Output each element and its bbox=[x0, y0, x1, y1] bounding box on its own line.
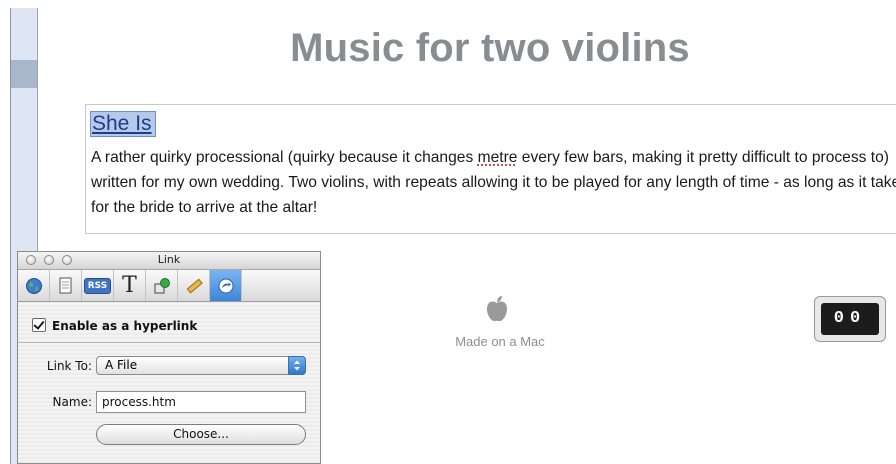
misspelled-word: metre bbox=[477, 149, 518, 166]
enable-hyperlink-checkbox[interactable] bbox=[32, 318, 46, 332]
tab-blog-inspector[interactable]: RSS bbox=[82, 270, 114, 301]
shapes-icon bbox=[154, 277, 170, 293]
divider bbox=[18, 342, 320, 343]
text-icon: T bbox=[122, 273, 137, 298]
ruler-icon bbox=[186, 278, 203, 294]
selected-page-indicator[interactable] bbox=[11, 60, 37, 88]
link-to-label: Link To: bbox=[46, 359, 92, 373]
hyperlink-text[interactable]: She Is bbox=[90, 111, 156, 137]
made-on-a-mac-badge: Made on a Mac bbox=[455, 334, 545, 349]
inspector-toolbar: RSS T bbox=[18, 270, 320, 302]
name-label: Name: bbox=[52, 395, 92, 409]
rss-icon: RSS bbox=[83, 277, 112, 294]
link-arrow-icon bbox=[218, 278, 233, 293]
select-arrows-icon bbox=[288, 356, 306, 375]
counter-value: 00 bbox=[821, 303, 879, 335]
page-title: Music for two violins bbox=[290, 26, 690, 70]
text-box[interactable]: She Is A rather quirky processional (qui… bbox=[85, 104, 896, 234]
inspector-titlebar[interactable]: Link bbox=[18, 252, 320, 270]
description-text: A rather quirky processional (quirky bec… bbox=[91, 145, 896, 220]
link-to-value: A File bbox=[105, 358, 138, 372]
tab-metrics-inspector[interactable] bbox=[178, 270, 210, 301]
link-to-select[interactable]: A File bbox=[96, 356, 306, 375]
inspector-title: Link bbox=[157, 253, 181, 266]
apple-logo-icon bbox=[487, 296, 507, 322]
name-field[interactable] bbox=[96, 391, 306, 413]
tab-link-inspector[interactable] bbox=[210, 270, 242, 301]
choose-button[interactable]: Choose... bbox=[96, 424, 306, 445]
enable-hyperlink-row[interactable]: Enable as a hyperlink bbox=[32, 318, 197, 333]
link-inspector: Link RSS T Enable as a hyperlink Link To… bbox=[17, 251, 321, 464]
globe-icon bbox=[25, 277, 42, 294]
tab-page-inspector[interactable] bbox=[50, 270, 82, 301]
tab-document-inspector[interactable] bbox=[18, 270, 50, 301]
description-part-1: A rather quirky processional (quirky bec… bbox=[91, 149, 478, 166]
document-icon bbox=[59, 277, 71, 293]
tab-graphic-inspector[interactable] bbox=[146, 270, 178, 301]
hit-counter: 00 bbox=[814, 296, 886, 342]
tab-text-inspector[interactable]: T bbox=[114, 270, 146, 301]
enable-hyperlink-label: Enable as a hyperlink bbox=[52, 319, 198, 333]
